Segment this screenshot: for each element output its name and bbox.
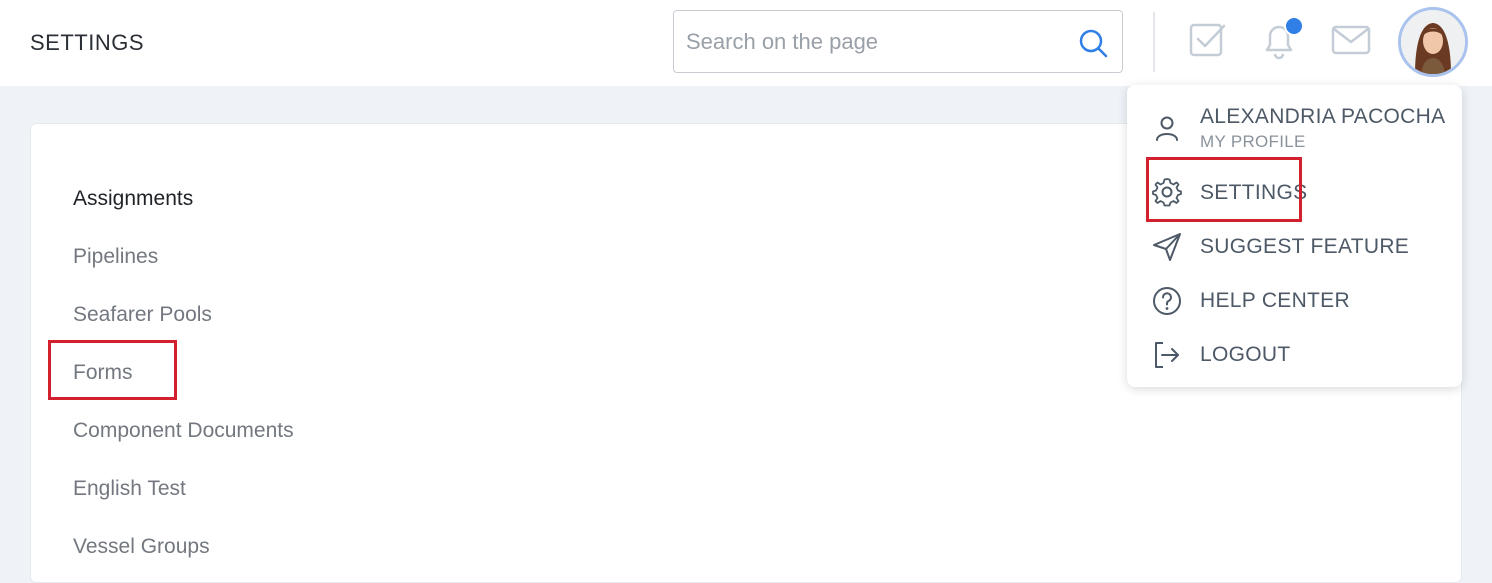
avatar[interactable]	[1398, 7, 1468, 77]
notification-dot	[1284, 16, 1304, 36]
user-icon	[1156, 116, 1178, 141]
page-title: SETTINGS	[30, 30, 145, 55]
checklist-icon[interactable]	[1186, 18, 1230, 62]
menu-item-logout[interactable]: LOGOUT	[1200, 343, 1290, 367]
settings-nav-component-documents[interactable]: Component Documents	[73, 419, 294, 443]
settings-nav-pipelines[interactable]: Pipelines	[73, 245, 158, 269]
search-input[interactable]	[686, 25, 1056, 59]
header-divider	[1153, 12, 1155, 72]
my-profile-link[interactable]: MY PROFILE	[1200, 132, 1306, 152]
mail-icon[interactable]	[1329, 18, 1373, 62]
search-icon[interactable]	[1076, 26, 1110, 60]
settings-nav-assignments[interactable]: Assignments	[73, 187, 193, 211]
top-bar: SETTINGS	[0, 0, 1492, 86]
search-box[interactable]	[673, 10, 1123, 73]
menu-item-suggest-feature[interactable]: SUGGEST FEATURE	[1200, 235, 1409, 259]
settings-nav-english-test[interactable]: English Test	[73, 477, 186, 501]
settings-nav-vessel-groups[interactable]: Vessel Groups	[73, 535, 210, 559]
paper-plane-icon	[1153, 233, 1181, 261]
question-circle-icon	[1153, 287, 1181, 315]
forms-highlight-box	[48, 340, 177, 400]
user-name[interactable]: ALEXANDRIA PACOCHA	[1200, 105, 1445, 129]
avatar-image	[1401, 10, 1465, 74]
logout-icon	[1155, 342, 1179, 368]
menu-item-help-center[interactable]: HELP CENTER	[1200, 289, 1350, 313]
settings-nav-seafarer-pools[interactable]: Seafarer Pools	[73, 303, 212, 327]
settings-highlight-box	[1146, 157, 1302, 222]
